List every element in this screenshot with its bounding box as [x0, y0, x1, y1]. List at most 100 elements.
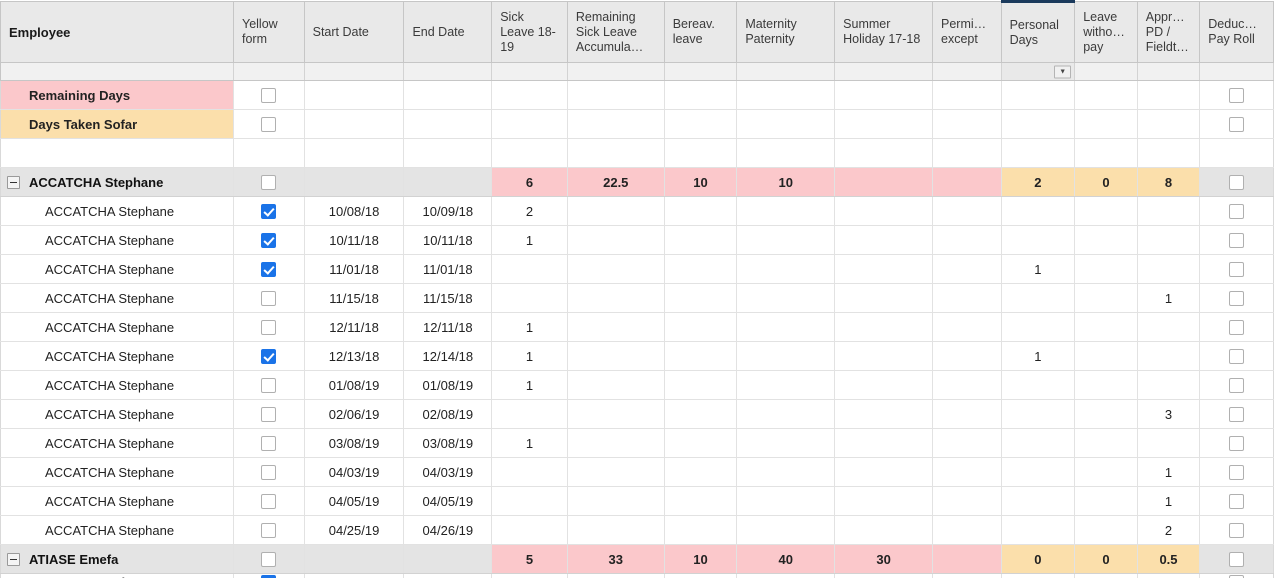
end-date-cell[interactable]: 04/26/19 [403, 515, 493, 545]
deduct-payroll-checkbox[interactable] [1229, 378, 1245, 394]
maternity-cell[interactable] [736, 80, 836, 110]
sick-leave-cell[interactable] [491, 283, 568, 313]
column-header-maternity[interactable]: Maternity Paternity [736, 1, 836, 63]
table-row[interactable]: ACCATCHA Stephane 02/06/19 02/08/19 3 [0, 399, 1274, 429]
maternity-cell[interactable] [736, 341, 836, 371]
group-toggle[interactable]: ACCATCHA Stephane [7, 175, 225, 190]
table-row[interactable]: ACCATCHA Stephane 11/01/18 11/01/18 1 [0, 254, 1274, 284]
collapse-group-icon[interactable] [7, 552, 20, 566]
permission-cell[interactable] [932, 544, 1002, 574]
table-row[interactable]: ACCATCHA Stephane 04/03/19 04/03/19 1 [0, 457, 1274, 487]
leave-wo-pay-cell[interactable] [1074, 80, 1138, 110]
summer-cell[interactable] [834, 109, 933, 139]
start-date-cell[interactable] [304, 573, 405, 578]
sick-leave-cell[interactable]: 5 [491, 544, 568, 574]
deduct-payroll-cell[interactable] [1199, 457, 1274, 487]
leave-wo-pay-cell[interactable] [1074, 370, 1138, 400]
summer-cell[interactable] [834, 167, 933, 197]
column-header-deduct[interactable]: Deduc… Pay Roll [1199, 1, 1274, 63]
appr-pd-cell[interactable] [1137, 196, 1201, 226]
column-header-yellow_form[interactable]: Yellow form [233, 1, 305, 63]
appr-pd-cell[interactable] [1137, 80, 1201, 110]
deduct-payroll-cell[interactable] [1199, 544, 1274, 574]
summer-cell[interactable] [834, 196, 933, 226]
column-header-personal_days[interactable]: Personal Days [1001, 0, 1076, 63]
maternity-cell[interactable] [736, 283, 836, 313]
group-header-row[interactable]: ACCATCHA Stephane 6 22.5 10 10 2 0 8 [0, 167, 1274, 197]
permission-cell[interactable] [932, 515, 1002, 545]
yellow-form-checkbox[interactable] [261, 320, 277, 336]
summary-row[interactable]: Days Taken Sofar [0, 109, 1274, 139]
deduct-payroll-checkbox[interactable] [1229, 407, 1245, 423]
deduct-payroll-checkbox[interactable] [1229, 349, 1245, 365]
bereavement-cell[interactable] [664, 515, 738, 545]
table-row[interactable]: ACCATCHA Stephane 04/05/19 04/05/19 1 [0, 486, 1274, 516]
bereavement-cell[interactable] [664, 457, 738, 487]
bereavement-cell[interactable] [664, 254, 738, 284]
deduct-payroll-cell[interactable] [1199, 196, 1274, 226]
appr-pd-cell[interactable] [1137, 254, 1201, 284]
permission-cell[interactable] [932, 573, 1002, 578]
sick-leave-cell[interactable]: 1 [491, 370, 568, 400]
column-header-summer[interactable]: Summer Holiday 17-18 [834, 1, 933, 63]
permission-cell[interactable] [932, 225, 1002, 255]
deduct-payroll-checkbox[interactable] [1229, 465, 1245, 481]
summer-cell[interactable] [834, 283, 933, 313]
end-date-cell[interactable]: 04/05/19 [403, 486, 493, 516]
table-row[interactable]: ACCATCHA Stephane 01/08/19 01/08/19 1 [0, 370, 1274, 400]
appr-pd-cell[interactable]: 3 [1137, 399, 1201, 429]
yellow-form-checkbox[interactable] [261, 88, 277, 104]
maternity-cell[interactable]: 10 [736, 167, 836, 197]
start-date-cell[interactable] [304, 109, 405, 139]
sick-leave-cell[interactable] [491, 486, 568, 516]
leave-wo-pay-cell[interactable] [1074, 196, 1138, 226]
start-date-cell[interactable] [304, 167, 405, 197]
table-row[interactable]: ACCATCHA Stephane 12/13/18 12/14/18 1 1 [0, 341, 1274, 371]
leave-wo-pay-cell[interactable]: 0 [1074, 167, 1138, 197]
yellow-form-checkbox[interactable] [261, 465, 277, 481]
column-header-sick_leave[interactable]: Sick Leave 18-19 [491, 1, 568, 63]
maternity-cell[interactable] [736, 109, 836, 139]
deduct-payroll-cell[interactable] [1199, 486, 1274, 516]
summer-cell[interactable] [834, 486, 933, 516]
start-date-cell[interactable]: 04/25/19 [304, 515, 405, 545]
deduct-payroll-cell[interactable] [1199, 109, 1274, 139]
remaining-sick-cell[interactable] [567, 109, 665, 139]
permission-cell[interactable] [932, 167, 1002, 197]
leave-wo-pay-cell[interactable] [1074, 225, 1138, 255]
appr-pd-cell[interactable] [1137, 428, 1201, 458]
start-date-cell[interactable]: 02/06/19 [304, 399, 405, 429]
yellow-form-cell[interactable] [233, 167, 305, 197]
yellow-form-cell[interactable] [233, 254, 305, 284]
summer-cell[interactable]: 30 [834, 544, 933, 574]
sick-leave-cell[interactable]: 1 [491, 312, 568, 342]
bereavement-cell[interactable] [664, 486, 738, 516]
end-date-cell[interactable]: 03/08/19 [403, 428, 493, 458]
maternity-cell[interactable] [736, 573, 836, 578]
remaining-sick-cell[interactable] [567, 283, 665, 313]
leave-wo-pay-cell[interactable] [1074, 109, 1138, 139]
deduct-payroll-checkbox[interactable] [1229, 233, 1245, 249]
yellow-form-cell[interactable] [233, 573, 305, 578]
leave-wo-pay-cell[interactable] [1074, 312, 1138, 342]
yellow-form-checkbox[interactable] [261, 262, 277, 278]
bereavement-cell[interactable]: 10 [664, 167, 738, 197]
deduct-payroll-checkbox[interactable] [1229, 494, 1245, 510]
column-header-employee[interactable]: Employee [0, 1, 234, 63]
maternity-cell[interactable] [736, 486, 836, 516]
sick-leave-cell[interactable]: 6 [491, 167, 568, 197]
sick-leave-cell[interactable] [491, 457, 568, 487]
summer-cell[interactable] [834, 515, 933, 545]
permission-cell[interactable] [932, 80, 1002, 110]
permission-cell[interactable] [932, 486, 1002, 516]
end-date-cell[interactable]: 12/11/18 [403, 312, 493, 342]
start-date-cell[interactable]: 01/08/19 [304, 370, 405, 400]
deduct-payroll-checkbox[interactable] [1229, 88, 1245, 104]
remaining-sick-cell[interactable] [567, 515, 665, 545]
yellow-form-checkbox[interactable] [261, 291, 277, 307]
appr-pd-cell[interactable] [1137, 370, 1201, 400]
group-toggle[interactable]: ATIASE Emefa [7, 552, 225, 567]
appr-pd-cell[interactable] [1137, 109, 1201, 139]
appr-pd-cell[interactable] [1137, 341, 1201, 371]
bereavement-cell[interactable] [664, 341, 738, 371]
